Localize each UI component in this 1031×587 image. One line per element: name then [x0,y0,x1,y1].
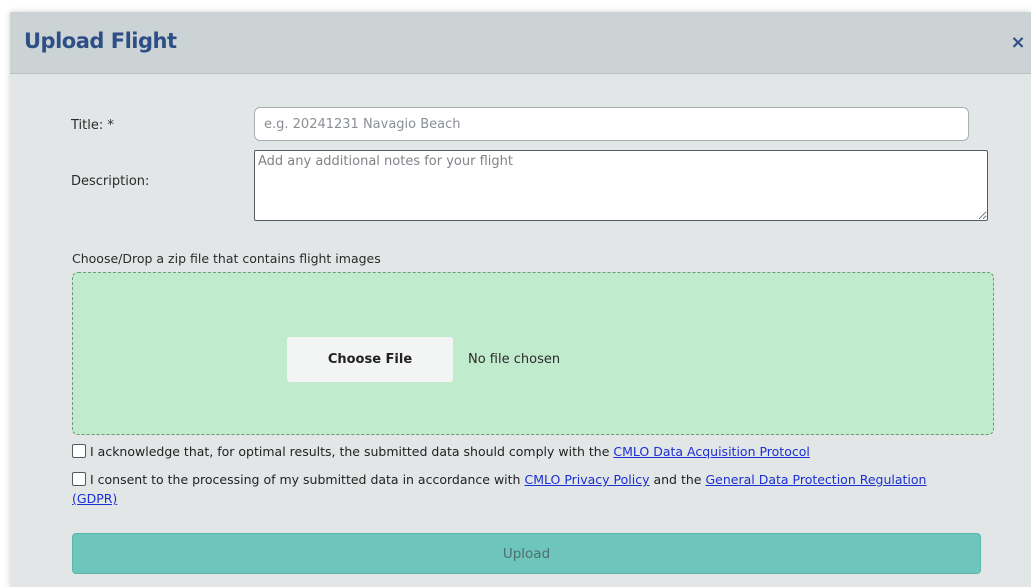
privacy-consent: I consent to the processing of my submit… [72,470,972,508]
file-status-text: No file chosen [468,352,561,367]
acknowledge-checkbox[interactable] [72,444,86,458]
dropzone-label: Choose/Drop a zip file that contains fli… [72,251,381,266]
upload-button[interactable]: Upload [72,533,981,574]
title-label: Title: * [71,118,114,133]
data-acquisition-protocol-link[interactable]: CMLO Data Acquisition Protocol [613,444,809,459]
choose-file-button[interactable]: Choose File [287,337,453,382]
privacy-consent-text: I consent to the processing of my submit… [90,472,525,487]
privacy-consent-middle-text: and the [649,472,706,487]
privacy-consent-checkbox[interactable] [72,472,86,486]
dialog-header: Upload Flight × [10,12,1031,74]
file-dropzone[interactable]: Choose File No file chosen [72,272,994,435]
dialog-title: Upload Flight [24,29,177,53]
description-label: Description: [71,174,150,189]
close-icon[interactable]: × [1007,32,1029,54]
description-textarea[interactable] [254,150,988,221]
acknowledge-text: I acknowledge that, for optimal results,… [90,444,614,459]
acknowledge-protocol-consent: I acknowledge that, for optimal results,… [72,442,992,461]
title-input[interactable] [254,107,969,141]
upload-flight-dialog: Upload Flight × Title: * Description: Ch… [10,12,1031,587]
privacy-policy-link[interactable]: CMLO Privacy Policy [524,472,649,487]
